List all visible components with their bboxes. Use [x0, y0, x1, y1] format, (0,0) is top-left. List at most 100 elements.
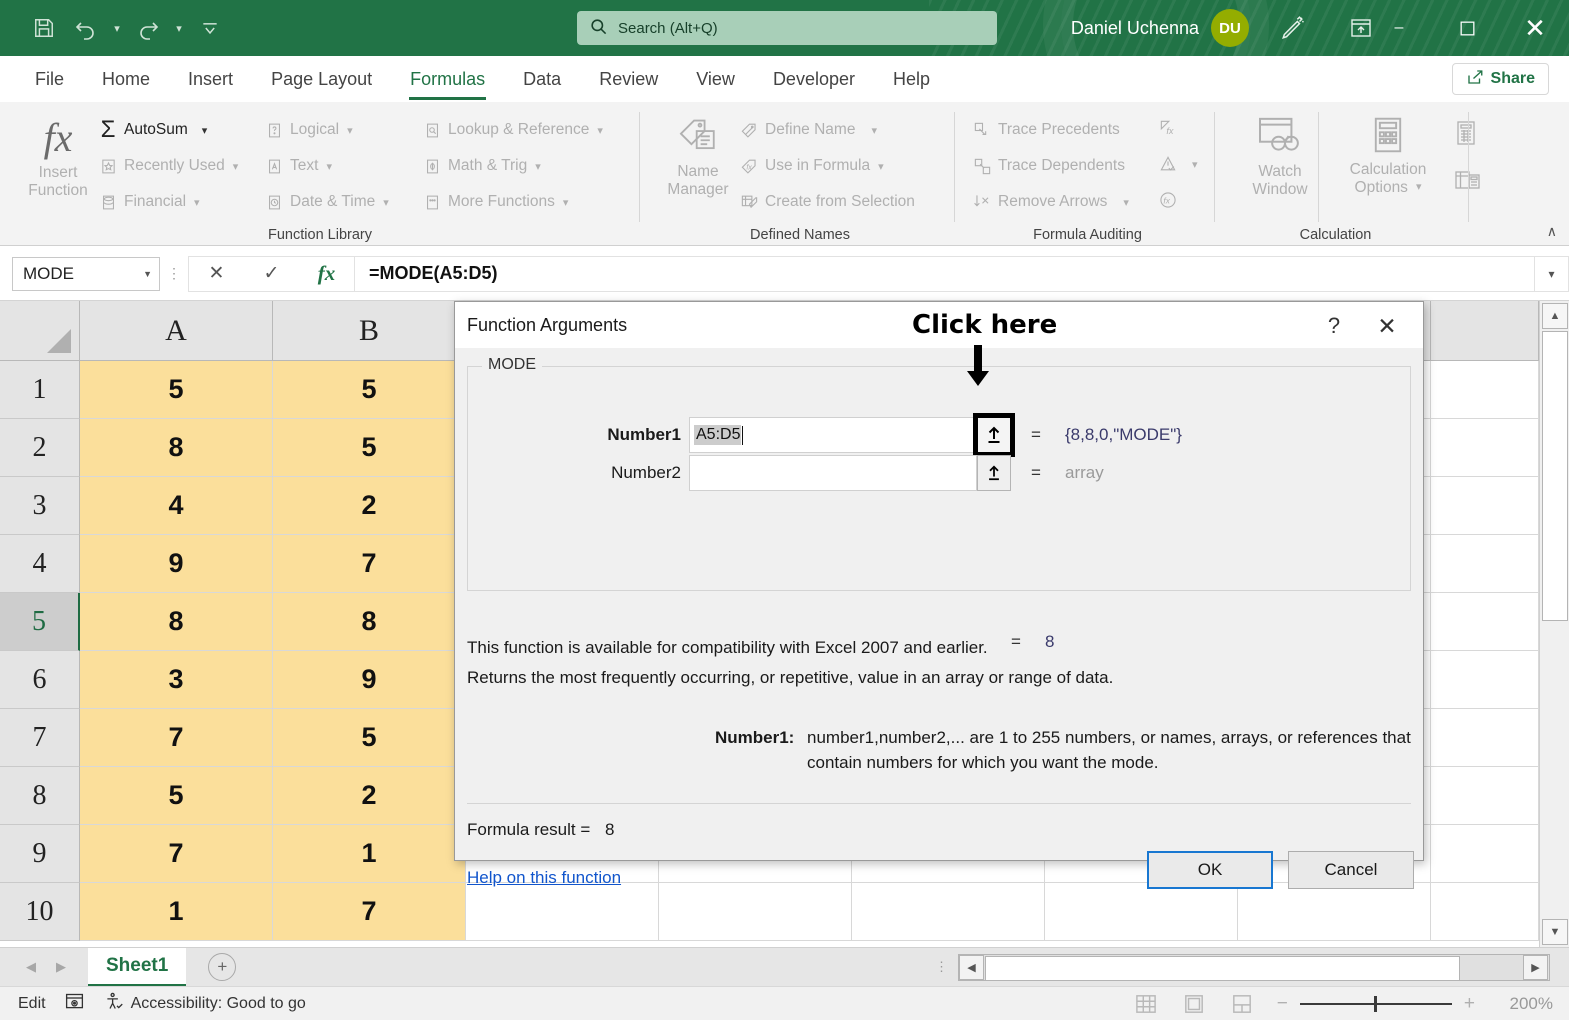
trace-dependents-button[interactable]: Trace Dependents [972, 156, 1125, 176]
cell-g10[interactable] [1238, 883, 1431, 941]
formula-bar-grip[interactable]: ⋮ [160, 265, 188, 282]
page-break-view-icon[interactable] [1229, 992, 1255, 1016]
zoom-track[interactable] [1300, 1003, 1452, 1005]
cancel-formula-icon[interactable]: ✕ [189, 257, 244, 291]
cell-b7[interactable]: 5 [273, 709, 466, 767]
cell-a7[interactable]: 7 [80, 709, 273, 767]
cell-f10[interactable] [1045, 883, 1238, 941]
undo-icon[interactable] [66, 10, 106, 46]
row-header-5[interactable]: 5 [0, 593, 80, 651]
vertical-scrollbar[interactable]: ▲ ▼ [1539, 301, 1569, 947]
define-name-button[interactable]: Define Name ▾ [739, 120, 877, 140]
lookup-reference-button[interactable]: Lookup & Reference ▾ [422, 120, 603, 140]
sheet-tab-sheet1[interactable]: Sheet1 [88, 948, 186, 987]
show-formulas-button[interactable]: fx [1158, 118, 1178, 138]
cell-b9[interactable]: 1 [273, 825, 466, 883]
cell-b2[interactable]: 5 [273, 419, 466, 477]
tab-developer[interactable]: Developer [754, 56, 874, 102]
accessibility-status[interactable]: Accessibility: Good to go [103, 991, 306, 1017]
chevron-down-icon[interactable]: ▾ [563, 196, 569, 209]
more-functions-button[interactable]: More Functions ▾ [422, 192, 568, 212]
page-layout-view-icon[interactable] [1181, 992, 1207, 1016]
avatar[interactable]: DU [1211, 9, 1249, 47]
chevron-down-icon[interactable]: ▼ [143, 269, 152, 279]
cell-d10[interactable] [659, 883, 852, 941]
collapse-dialog-button-number2[interactable] [977, 455, 1011, 491]
tab-formulas[interactable]: Formulas [391, 56, 504, 102]
chevron-down-icon[interactable]: ▾ [597, 124, 603, 137]
share-button[interactable]: Share [1452, 63, 1549, 95]
chevron-down-icon[interactable]: ▾ [1416, 181, 1422, 194]
text-button[interactable]: Text ▾ [264, 156, 332, 176]
close-button[interactable]: ✕ [1501, 0, 1569, 56]
enter-formula-icon[interactable]: ✓ [244, 257, 299, 291]
column-header-h[interactable] [1431, 301, 1539, 361]
remove-arrows-button[interactable]: Remove Arrows ▾ [972, 192, 1129, 212]
cell-h10[interactable] [1431, 883, 1539, 941]
cell-a9[interactable]: 7 [80, 825, 273, 883]
zoom-slider[interactable]: − + [1277, 993, 1475, 1015]
chevron-down-icon[interactable]: ▾ [535, 160, 541, 173]
chevron-down-icon[interactable]: ▾ [233, 160, 239, 173]
horizontal-scroll-thumb[interactable] [985, 956, 1460, 981]
tab-data[interactable]: Data [504, 56, 580, 102]
cell-a4[interactable]: 9 [80, 535, 273, 593]
account-area[interactable]: Daniel Uchenna DU [1071, 0, 1249, 56]
cell-a2[interactable]: 8 [80, 419, 273, 477]
maximize-button[interactable] [1433, 0, 1501, 56]
pen-icon[interactable] [1265, 0, 1321, 56]
collapse-ribbon-button[interactable]: ∧ [1547, 223, 1557, 240]
financial-button[interactable]: Financial ▾ [98, 192, 200, 212]
name-box[interactable]: MODE ▼ [12, 257, 160, 291]
row-header-7[interactable]: 7 [0, 709, 80, 767]
create-from-selection-button[interactable]: Create from Selection [739, 192, 915, 212]
chevron-down-icon[interactable]: ▾ [1192, 158, 1198, 171]
cell-b8[interactable]: 2 [273, 767, 466, 825]
row-header-8[interactable]: 8 [0, 767, 80, 825]
select-all-corner[interactable] [0, 301, 80, 361]
redo-icon[interactable] [128, 10, 168, 46]
argument-input-number2[interactable] [689, 455, 977, 491]
cell-b3[interactable]: 2 [273, 477, 466, 535]
row-header-9[interactable]: 9 [0, 825, 80, 883]
name-manager-button[interactable]: Name Manager [653, 114, 743, 198]
autosum-button[interactable]: Σ AutoSum ▾ [98, 120, 207, 140]
use-in-formula-button[interactable]: fx Use in Formula ▾ [739, 156, 884, 176]
watch-window-button[interactable]: Watch Window [1232, 116, 1328, 198]
trace-precedents-button[interactable]: Trace Precedents [972, 120, 1120, 140]
row-header-2[interactable]: 2 [0, 419, 80, 477]
cell-a10[interactable]: 1 [80, 883, 273, 941]
save-icon[interactable] [24, 10, 64, 46]
hscroll-left-icon[interactable]: ◀ [959, 955, 984, 980]
cell-b5[interactable]: 8 [273, 593, 466, 651]
logical-button[interactable]: Logical ▾ [264, 120, 353, 140]
collapse-dialog-button-number1[interactable] [973, 413, 1015, 457]
row-header-6[interactable]: 6 [0, 651, 80, 709]
chevron-down-icon[interactable]: ▾ [326, 160, 332, 173]
chevron-down-icon[interactable]: ▾ [878, 160, 884, 173]
zoom-in-button[interactable]: + [1464, 993, 1475, 1015]
insert-function-icon[interactable]: fx [299, 257, 354, 291]
expand-formula-bar-icon[interactable]: ▾ [1535, 256, 1569, 292]
column-header-b[interactable]: B [273, 301, 466, 361]
cell-h8[interactable] [1431, 767, 1539, 825]
cell-a8[interactable]: 5 [80, 767, 273, 825]
formula-input[interactable]: =MODE(A5:D5) [354, 256, 1535, 292]
tab-view[interactable]: View [677, 56, 754, 102]
cell-h7[interactable] [1431, 709, 1539, 767]
row-header-3[interactable]: 3 [0, 477, 80, 535]
chevron-down-icon[interactable]: ▾ [1123, 196, 1129, 209]
column-header-a[interactable]: A [80, 301, 273, 361]
chevron-down-icon[interactable]: ▾ [194, 196, 200, 209]
cell-b1[interactable]: 5 [273, 361, 466, 419]
cell-e10[interactable] [852, 883, 1045, 941]
chevron-down-icon[interactable]: ▾ [202, 124, 208, 137]
redo-dropdown-icon[interactable]: ▾ [170, 10, 188, 46]
cell-a1[interactable]: 5 [80, 361, 273, 419]
sheet-prev-icon[interactable]: ◀ [26, 959, 36, 975]
ok-button[interactable]: OK [1147, 851, 1273, 889]
cancel-button[interactable]: Cancel [1288, 851, 1414, 889]
row-header-10[interactable]: 10 [0, 883, 80, 941]
tab-insert[interactable]: Insert [169, 56, 252, 102]
cell-a5[interactable]: 8 [80, 593, 273, 651]
